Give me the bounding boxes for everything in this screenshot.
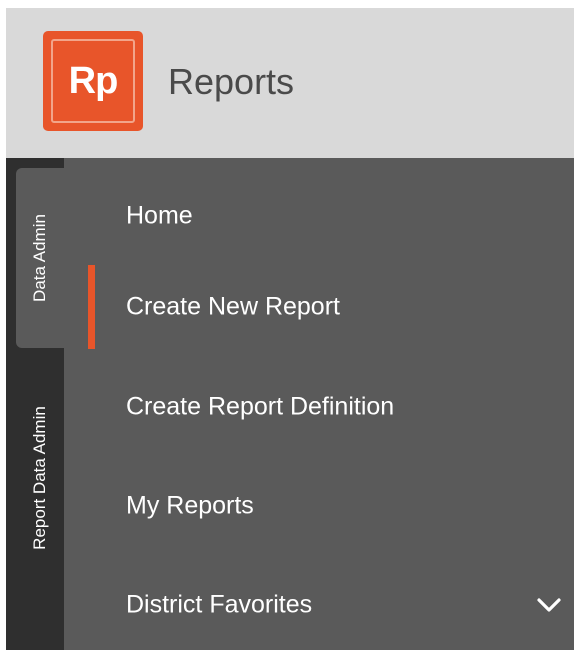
rail-tab-report-data-admin[interactable]: Report Data Admin <box>16 363 64 593</box>
app-frame: Rp Reports Data Admin Report Data Admin … <box>6 8 574 650</box>
app-title: Reports <box>168 61 295 102</box>
rail-tab-label: Report Data Admin <box>30 406 50 550</box>
menu-item-label: Create New Report <box>126 292 340 321</box>
rail-tab-data-admin[interactable]: Data Admin <box>16 168 64 348</box>
menu-item-district-favorites[interactable]: District Favorites <box>64 563 574 647</box>
nav-menu: Home Create New Report Create Report Def… <box>64 158 574 650</box>
menu-item-home[interactable]: Home <box>64 174 574 258</box>
menu-item-label: District Favorites <box>126 590 313 619</box>
app-header: Rp Reports <box>6 8 574 158</box>
menu-item-label: Home <box>126 201 193 230</box>
app-logo[interactable]: Rp <box>43 31 143 131</box>
menu-item-label: Create Report Definition <box>126 392 395 421</box>
logo-text: Rp <box>51 39 135 123</box>
menu-item-my-reports[interactable]: My Reports <box>64 464 574 548</box>
chevron-down-icon[interactable] <box>536 596 562 614</box>
rail-tab-label: Data Admin <box>30 214 50 302</box>
side-rail: Data Admin Report Data Admin <box>6 158 64 650</box>
menu-item-create-new-report[interactable]: Create New Report <box>64 265 574 349</box>
menu-item-create-report-definition[interactable]: Create Report Definition <box>64 365 574 449</box>
menu-item-label: My Reports <box>126 491 254 520</box>
active-indicator <box>88 265 95 349</box>
